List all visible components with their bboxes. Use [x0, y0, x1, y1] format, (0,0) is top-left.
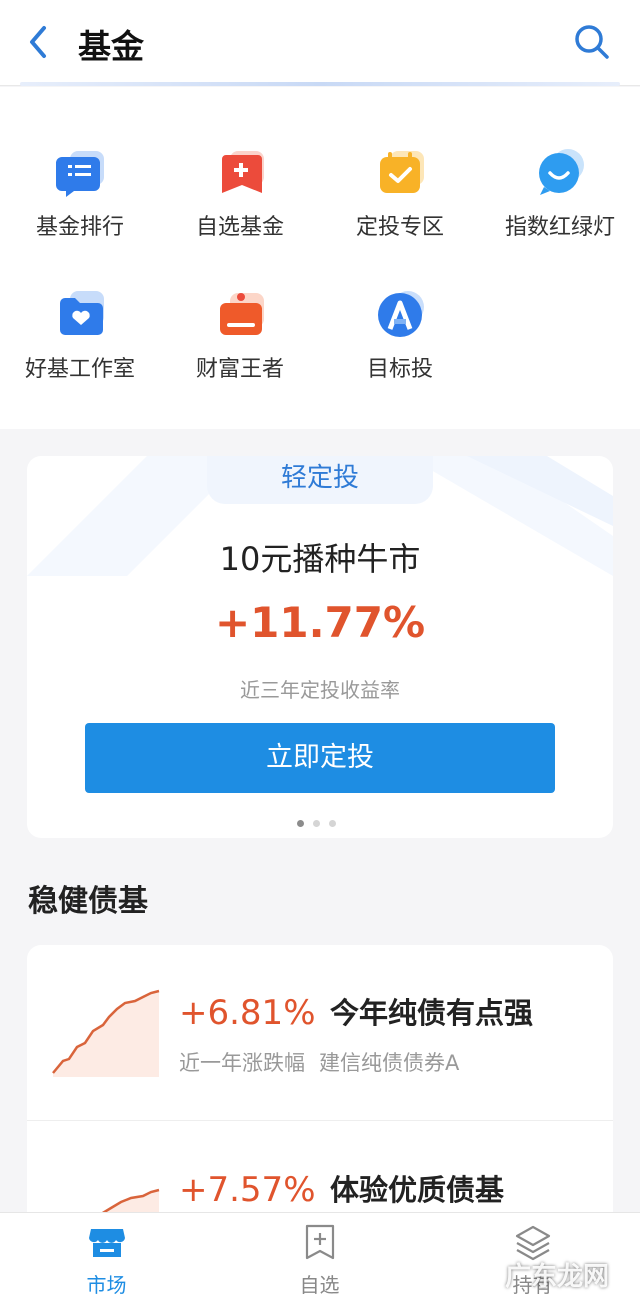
start-auto-invest-button[interactable]: 立即定投 — [85, 723, 555, 793]
shortcut-grid: 基金排行 自选基金 定投专区 指数红绿灯 好基工作室 财富王者 目标投 — [0, 87, 640, 429]
tab-market[interactable]: 市场 — [0, 1213, 213, 1300]
fund-headline: 体验优质债基 — [330, 1173, 505, 1207]
carousel-dot[interactable] — [329, 820, 336, 827]
fund-return-rate: +6.81% — [179, 993, 316, 1033]
top-bar: 基金 — [0, 0, 640, 86]
chevron-left-icon[interactable] — [24, 22, 54, 62]
auto-invest-promo-card: 轻定投 10元播种牛市 +11.77% 近三年定投收益率 立即定投 — [27, 456, 613, 838]
shortcut-wealth-king[interactable]: 财富王者 — [160, 289, 320, 409]
shortcut-label: 目标投 — [366, 357, 433, 382]
shortcut-label: 指数红绿灯 — [504, 215, 615, 240]
fund-period-label: 近一年涨跌幅 — [179, 1051, 305, 1075]
shortcut-watchlist-funds[interactable]: 自选基金 — [160, 147, 320, 267]
target-a-icon — [378, 291, 424, 337]
shortcut-label: 定投专区 — [355, 215, 444, 240]
market-store-icon — [89, 1229, 125, 1257]
promo-rate-caption: 近三年定投收益率 — [240, 678, 400, 702]
tab-label: 市场 — [86, 1273, 127, 1297]
section-title: 稳健债基 — [28, 884, 148, 919]
promo-tab-label: 轻定投 — [207, 456, 433, 504]
calendar-check-icon — [380, 151, 424, 193]
carousel-dot[interactable] — [313, 820, 320, 827]
add-bookmark-icon — [222, 151, 264, 193]
folder-heart-icon — [60, 291, 104, 335]
tab-label: 自选 — [299, 1273, 340, 1297]
shortcut-index-traffic-light[interactable]: 指数红绿灯 — [480, 147, 640, 267]
shortcut-fund-studio[interactable]: 好基工作室 — [0, 289, 160, 409]
shortcut-label: 自选基金 — [195, 215, 284, 240]
shortcut-fund-ranking[interactable]: 基金排行 — [0, 147, 160, 267]
tab-watchlist[interactable]: 自选 — [213, 1213, 426, 1300]
crown-icon — [220, 293, 264, 335]
trend-sparkline — [52, 989, 160, 1077]
carousel-indicator — [297, 820, 343, 828]
shortcut-label: 财富王者 — [195, 357, 284, 382]
page-title: 基金 — [78, 27, 144, 66]
bookmark-plus-icon — [305, 1224, 335, 1260]
fund-return-rate: +7.57% — [179, 1170, 316, 1210]
watermark: 广东龙网 — [505, 1262, 610, 1292]
shortcut-auto-invest-zone[interactable]: 定投专区 — [320, 147, 480, 267]
shortcut-label: 基金排行 — [35, 215, 124, 240]
bond-fund-list: +6.81% 今年纯债有点强 近一年涨跌幅 建信纯债债券A +7.57% 体验优质… — [27, 945, 613, 1245]
promo-return-rate: +11.77% — [214, 598, 426, 647]
shortcut-label: 好基工作室 — [24, 357, 135, 382]
fund-headline: 今年纯债有点强 — [330, 996, 534, 1030]
chat-smile-icon — [539, 149, 584, 195]
promo-title: 10元播种牛市 — [219, 540, 421, 578]
fund-product-name: 建信纯债债券A — [319, 1051, 460, 1075]
list-icon — [56, 151, 104, 197]
search-icon[interactable] — [572, 22, 612, 62]
banner-edge-strip — [20, 82, 620, 86]
carousel-dot-active[interactable] — [297, 820, 304, 827]
list-item[interactable]: +6.81% 今年纯债有点强 近一年涨跌幅 建信纯债债券A — [27, 945, 613, 1121]
shortcut-goal-invest[interactable]: 目标投 — [320, 289, 480, 409]
fund-meta: 近一年涨跌幅 建信纯债债券A — [179, 1047, 459, 1077]
